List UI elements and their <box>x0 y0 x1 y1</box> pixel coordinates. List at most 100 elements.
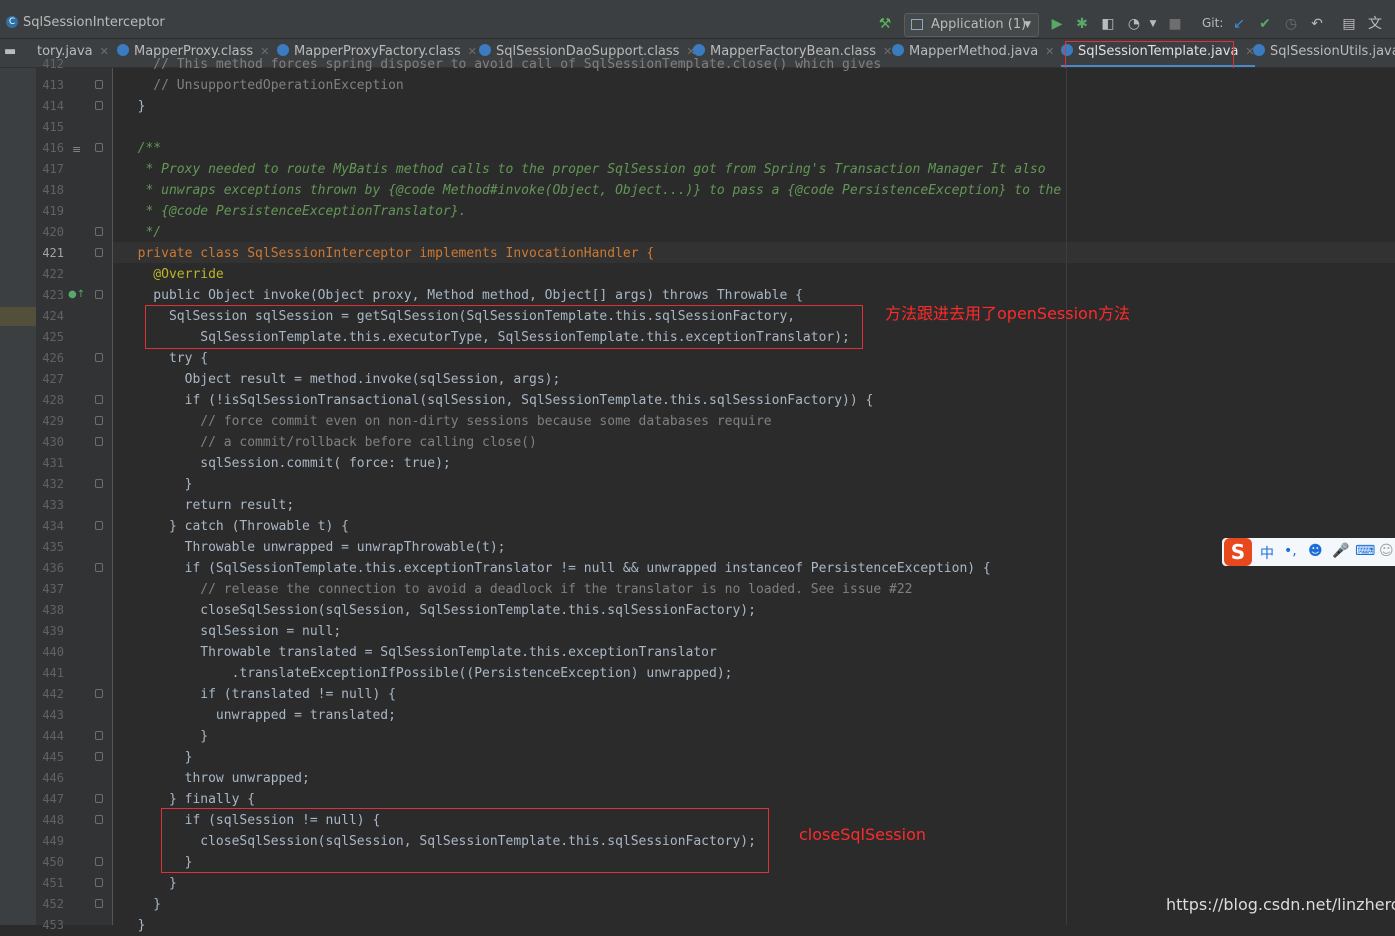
emoji-icon[interactable]: ☻ <box>1308 543 1323 559</box>
code-line[interactable]: 433 return result; <box>0 495 1395 516</box>
fold-marker-icon[interactable] <box>95 395 103 404</box>
code-line[interactable]: 440 Throwable translated = SqlSessionTem… <box>0 642 1395 663</box>
code-line[interactable]: 430 // a commit/rollback before calling … <box>0 432 1395 453</box>
code-line[interactable]: 420 */ <box>0 222 1395 243</box>
coverage-icon[interactable]: ◧ <box>1099 14 1117 34</box>
code-line[interactable]: 444 } <box>0 726 1395 747</box>
ime-toolbar[interactable]: S 中 •, ☻ 🎤 ⌨ ☺ <box>1222 538 1395 566</box>
run-configuration-selector[interactable]: Application (1) ▼ <box>904 13 1039 37</box>
git-commit-icon[interactable]: ✔ <box>1256 14 1274 34</box>
code-line[interactable]: 416 /** <box>0 138 1395 159</box>
fold-marker-icon[interactable] <box>95 479 103 488</box>
line-number: 443 <box>42 708 64 722</box>
fold-marker-icon[interactable] <box>95 563 103 572</box>
line-number: 418 <box>42 183 64 197</box>
code-text: * Proxy needed to route MyBatis method c… <box>122 162 1046 177</box>
code-line[interactable]: 415 <box>0 117 1395 138</box>
build-hammer-icon[interactable]: ⚒ <box>876 14 894 34</box>
code-line[interactable]: 445 } <box>0 747 1395 768</box>
run-icon[interactable]: ▶ <box>1048 14 1066 34</box>
project-structure-icon[interactable]: ▤ <box>1340 14 1358 34</box>
line-number: 432 <box>42 477 64 491</box>
line-number: 422 <box>42 267 64 281</box>
profile-icon[interactable]: ◔ <box>1125 14 1143 34</box>
debug-icon[interactable]: ✱ <box>1073 14 1091 34</box>
git-update-icon[interactable]: ↙ <box>1230 14 1248 34</box>
code-line[interactable]: 414 } <box>0 96 1395 117</box>
code-line[interactable]: 427 Object result = method.invoke(sqlSes… <box>0 369 1395 390</box>
code-line[interactable]: 417 * Proxy needed to route MyBatis meth… <box>0 159 1395 180</box>
code-line[interactable]: 438 closeSqlSession(sqlSession, SqlSessi… <box>0 600 1395 621</box>
override-marker-icon[interactable]: ●↑ <box>68 289 85 300</box>
code-line[interactable]: 412 // This method forces spring dispose… <box>0 54 1395 75</box>
fold-marker-icon[interactable] <box>95 794 103 803</box>
fold-marker-icon[interactable] <box>95 815 103 824</box>
stop-icon[interactable]: ■ <box>1166 14 1184 34</box>
line-number: 415 <box>42 120 64 134</box>
fold-marker-icon[interactable] <box>95 248 103 257</box>
ime-punctuation-toggle[interactable]: •, <box>1284 543 1297 559</box>
open-session-note: 方法跟进去用了openSession方法 <box>885 304 1130 323</box>
fold-marker-icon[interactable] <box>95 416 103 425</box>
code-line[interactable]: 413 // UnsupportedOperationException <box>0 75 1395 96</box>
code-line[interactable]: 442 if (translated != null) { <box>0 684 1395 705</box>
line-number: 449 <box>42 834 64 848</box>
fold-marker-icon[interactable] <box>95 731 103 740</box>
code-line[interactable]: 431 sqlSession.commit( force: true); <box>0 453 1395 474</box>
fold-marker-icon[interactable] <box>95 101 103 110</box>
code-line[interactable]: 436 if (SqlSessionTemplate.this.exceptio… <box>0 558 1395 579</box>
fold-marker-icon[interactable] <box>95 80 103 89</box>
doc-render-icon[interactable]: ≡ <box>72 143 81 156</box>
microphone-icon[interactable]: 🎤 <box>1332 543 1349 559</box>
code-text: // This method forces spring disposer to… <box>122 57 882 72</box>
run-configuration-label: Application (1) <box>931 17 1027 32</box>
code-line[interactable]: 437 // release the connection to avoid a… <box>0 579 1395 600</box>
code-text: Throwable translated = SqlSessionTemplat… <box>122 645 717 660</box>
fold-marker-icon[interactable] <box>95 353 103 362</box>
code-text: closeSqlSession(sqlSession, SqlSessionTe… <box>122 603 756 618</box>
code-line[interactable]: 419 * {@code PersistenceExceptionTransla… <box>0 201 1395 222</box>
fold-marker-icon[interactable] <box>95 290 103 299</box>
ime-mode-toggle[interactable]: 中 <box>1260 543 1274 563</box>
rollback-icon[interactable]: ↶ <box>1308 14 1326 34</box>
code-line[interactable]: 434 } catch (Throwable t) { <box>0 516 1395 537</box>
code-line[interactable]: 429 // force commit even on non-dirty se… <box>0 411 1395 432</box>
translate-icon[interactable]: 文 <box>1366 14 1384 34</box>
fold-marker-icon[interactable] <box>95 857 103 866</box>
code-text: * {@code PersistenceExceptionTranslator}… <box>122 204 467 219</box>
user-icon[interactable]: ☺ <box>1379 543 1394 559</box>
code-text: // a commit/rollback before calling clos… <box>122 435 537 450</box>
fold-marker-icon[interactable] <box>95 143 103 152</box>
code-text: if (SqlSessionTemplate.this.exceptionTra… <box>122 561 991 576</box>
code-line[interactable]: 432 } <box>0 474 1395 495</box>
fold-marker-icon[interactable] <box>95 899 103 908</box>
fold-marker-icon[interactable] <box>95 752 103 761</box>
line-number: 436 <box>42 561 64 575</box>
code-line[interactable]: 441 .translateExceptionIfPossible((Persi… <box>0 663 1395 684</box>
code-text: if (!isSqlSessionTransactional(sqlSessio… <box>122 393 874 408</box>
code-text: public Object invoke(Object proxy, Metho… <box>122 288 803 303</box>
code-line[interactable]: 428 if (!isSqlSessionTransactional(sqlSe… <box>0 390 1395 411</box>
code-line[interactable]: 418 * unwraps exceptions thrown by {@cod… <box>0 180 1395 201</box>
fold-marker-icon[interactable] <box>95 878 103 887</box>
fold-marker-icon[interactable] <box>95 689 103 698</box>
profile-dropdown-icon[interactable]: ▼ <box>1144 14 1162 34</box>
fold-marker-icon[interactable] <box>95 437 103 446</box>
history-icon[interactable]: ◷ <box>1282 14 1300 34</box>
ime-logo-icon[interactable]: S <box>1224 538 1252 566</box>
code-line[interactable]: 439 sqlSession = null; <box>0 621 1395 642</box>
fold-marker-icon[interactable] <box>95 521 103 530</box>
code-line[interactable]: 422 @Override <box>0 264 1395 285</box>
code-line[interactable]: 423 public Object invoke(Object proxy, M… <box>0 285 1395 306</box>
code-line[interactable]: 435 Throwable unwrapped = unwrapThrowabl… <box>0 537 1395 558</box>
code-line[interactable]: 426 try { <box>0 348 1395 369</box>
code-line[interactable]: 453 } <box>0 915 1395 936</box>
code-text: // force commit even on non-dirty sessio… <box>122 414 772 429</box>
fold-marker-icon[interactable] <box>95 227 103 236</box>
code-line[interactable]: 421 private class SqlSessionInterceptor … <box>0 243 1395 264</box>
code-line[interactable]: 451 } <box>0 873 1395 894</box>
code-line[interactable]: 446 throw unwrapped; <box>0 768 1395 789</box>
keyboard-icon[interactable]: ⌨ <box>1355 543 1375 559</box>
code-line[interactable]: 443 unwrapped = translated; <box>0 705 1395 726</box>
code-line[interactable]: 447 } finally { <box>0 789 1395 810</box>
